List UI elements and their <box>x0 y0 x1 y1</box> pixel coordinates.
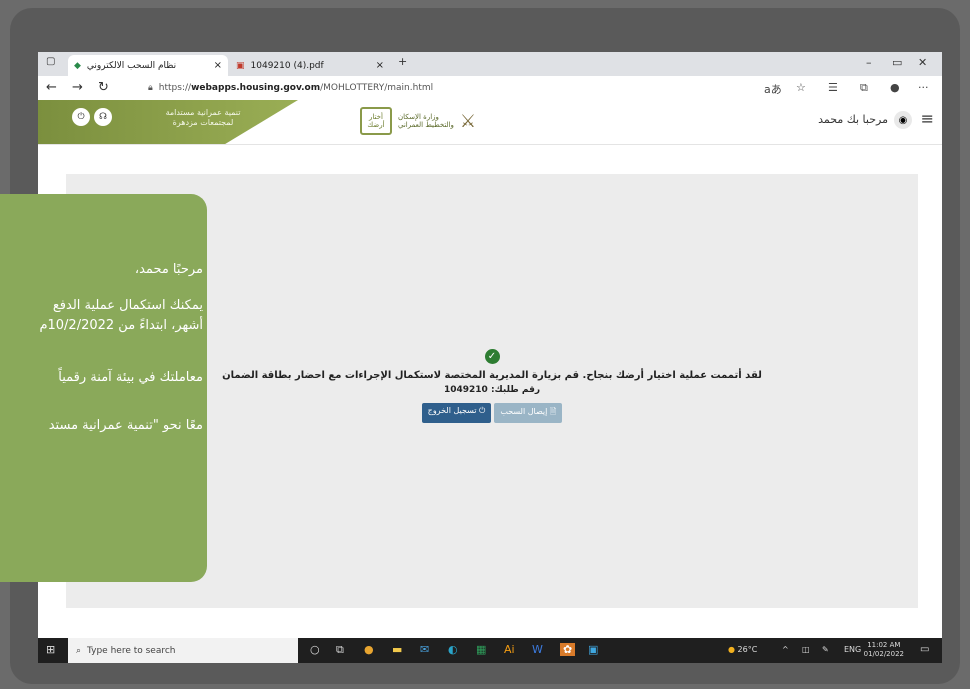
favorites-list-icon[interactable]: ☰ <box>828 81 838 94</box>
pdf-icon: ▣ <box>236 60 245 71</box>
pen-icon[interactable]: ✎ <box>822 645 829 654</box>
lock-icon: 🔒︎ <box>148 83 153 93</box>
close-window-icon[interactable]: ✕ <box>918 56 927 69</box>
logout-button[interactable]: تسجيل الخروج ⏻ <box>421 403 492 423</box>
restore-icon[interactable]: ▭ <box>892 56 902 69</box>
minimize-icon[interactable]: – <box>866 56 872 69</box>
power-icon[interactable]: ⏻ <box>72 108 90 126</box>
notification-icon[interactable]: ▭ <box>920 644 929 655</box>
word-icon[interactable]: W <box>532 643 543 656</box>
forward-icon[interactable]: → <box>72 80 83 95</box>
settings-icon[interactable]: ✿ <box>560 643 576 656</box>
favorite-icon[interactable]: ☆ <box>796 81 806 94</box>
card-line: أشهر، ابتداءً من 10/2/2022م <box>39 318 203 333</box>
close-tab-icon[interactable]: × <box>376 60 384 71</box>
edge-tab-icon: ◆ <box>74 60 81 71</box>
browser-tab-bar: ▢ ◆ نظام السحب الالكتروني × ▣ 1049210 (4… <box>38 52 942 76</box>
taskbar-search[interactable]: ⌕ Type here to search <box>68 638 298 663</box>
success-check-icon: ✓ <box>484 349 500 364</box>
windows-start-icon[interactable]: ⊞ <box>46 643 55 656</box>
tray-network-icon[interactable]: ◫ <box>802 645 810 654</box>
back-icon[interactable]: ← <box>46 80 57 95</box>
cortana-icon[interactable]: ○ <box>310 643 320 656</box>
excel-icon[interactable]: ▦ <box>476 643 486 656</box>
mail-icon[interactable]: ✉ <box>420 643 429 656</box>
headset-icon[interactable]: ☊ <box>94 108 112 126</box>
windows-taskbar: ⊞ ⌕ Type here to search ○ ⧉ ● ▬ ✉ ◐ ▦ Ai… <box>38 638 942 663</box>
announcement-card: مرحبًا محمد، يمكنك استكمال عملية الدفع أ… <box>0 194 207 582</box>
edge-icon[interactable]: ◐ <box>448 643 458 656</box>
refresh-icon[interactable]: ↻ <box>98 80 109 95</box>
slogan: تنمية عمرانية مستدامة لمجتمعات مزدهرة <box>165 108 241 128</box>
url-field[interactable]: 🔒︎ https://webapps.housing.gov.om/MOHLOT… <box>148 79 768 97</box>
welcome-text: مرحبا بك محمد <box>818 113 888 126</box>
collections-icon[interactable]: ⧉ <box>860 81 868 95</box>
new-tab-button[interactable]: + <box>398 55 407 68</box>
logo-text: أختار أرضك <box>360 107 392 135</box>
card-line: معاملتك في بيئة آمنة رقمياً <box>58 370 203 385</box>
language-indicator[interactable]: ENG <box>844 645 861 654</box>
user-icon[interactable]: ◉ <box>894 111 912 129</box>
tray-chevron-icon[interactable]: ^ <box>782 645 789 654</box>
close-tab-icon[interactable]: × <box>214 60 222 71</box>
menu-icon[interactable]: ≡ <box>921 109 934 128</box>
tab-label: 1049210 (4).pdf <box>250 60 324 71</box>
photos-icon[interactable]: ▣ <box>588 643 598 656</box>
card-line: يمكنك استكمال عملية الدفع <box>52 298 203 313</box>
clock[interactable]: 11:02 AM 01/02/2022 <box>864 641 904 659</box>
tab-pdf[interactable]: ▣ 1049210 (4).pdf × <box>230 55 390 76</box>
tab-actions-icon[interactable]: ▢ <box>46 56 55 67</box>
read-aloud-icon[interactable]: aあ <box>764 81 782 97</box>
card-line: معًا نحو "تنمية عمرانية مستد <box>48 418 203 433</box>
chrome-icon[interactable]: ● <box>364 643 374 656</box>
illustrator-icon[interactable]: Ai <box>504 643 515 656</box>
more-icon[interactable]: ··· <box>918 81 929 94</box>
address-bar: ← → ↻ 🔒︎ https://webapps.housing.gov.om/… <box>38 76 942 101</box>
tab-label: نظام السحب الالكتروني <box>86 60 177 71</box>
receipt-button[interactable]: إيصال السحب 🗎︎ <box>494 403 563 423</box>
search-icon: ⌕ <box>76 645 82 656</box>
card-greeting: مرحبًا محمد، <box>134 262 203 277</box>
ministry-name: وزارة الإسكان والتخطيط العمراني <box>398 112 454 129</box>
task-view-icon[interactable]: ⧉ <box>336 643 344 657</box>
site-logo: أختار أرضك وزارة الإسكان والتخطيط العمرا… <box>360 106 480 136</box>
url-text: https://webapps.housing.gov.om/MOHLOTTER… <box>158 83 434 93</box>
emblem-icon: ⚔ <box>459 110 477 132</box>
profile-icon[interactable]: ● <box>890 81 900 94</box>
file-explorer-icon[interactable]: ▬ <box>392 643 402 656</box>
tab-lottery[interactable]: ◆ نظام السحب الالكتروني × <box>68 55 228 76</box>
weather-icon[interactable]: ● 26°C <box>728 645 757 654</box>
site-header: ⏻ ☊ تنمية عمرانية مستدامة لمجتمعات مزدهر… <box>38 100 942 145</box>
